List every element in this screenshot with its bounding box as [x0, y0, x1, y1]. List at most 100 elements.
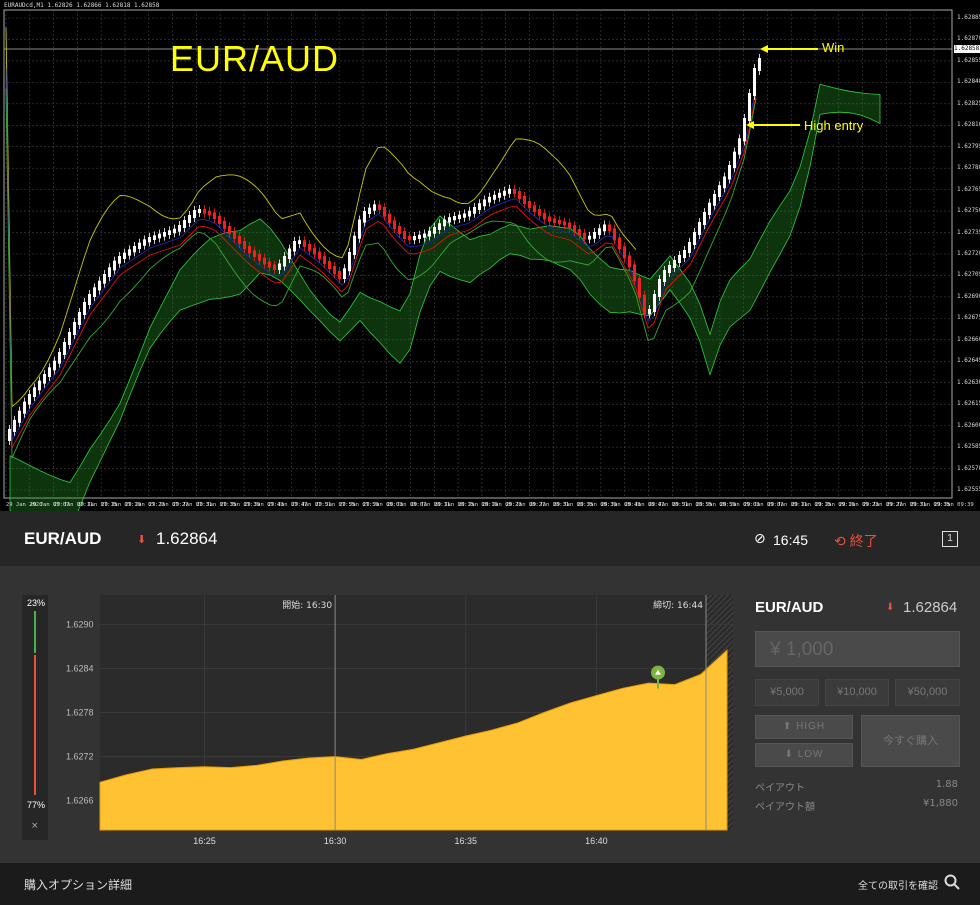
candle-body	[268, 261, 271, 268]
candle-body	[318, 251, 321, 259]
buy-now-button[interactable]: 今すぐ購入	[861, 715, 960, 767]
candle-body	[273, 264, 276, 270]
mt4-y-tick: 1.62630	[957, 378, 980, 386]
candle-body	[643, 294, 646, 315]
candle-body	[468, 210, 471, 217]
mt4-y-tick: 1.62885	[957, 14, 980, 21]
candle-body	[208, 210, 211, 216]
candle-body	[453, 216, 456, 221]
mt4-y-tick: 1.62840	[957, 78, 980, 86]
candle-body	[18, 410, 21, 423]
candle-body	[428, 230, 431, 237]
candle-body	[513, 188, 516, 194]
cutoff-label: 締切: 16:44	[653, 599, 703, 611]
candle-body	[198, 209, 201, 213]
indicator-line	[5, 88, 757, 459]
mt4-y-tick: 1.62660	[957, 335, 980, 343]
candle-body	[303, 240, 306, 247]
candle-body	[293, 241, 296, 252]
candle-body	[418, 234, 421, 239]
candle-body	[393, 220, 396, 229]
candle-body	[63, 342, 66, 355]
payout-row: ペイアウト 1.88	[755, 779, 960, 794]
candle-body	[368, 207, 371, 214]
area-chart-svg: 1.6290 1.6284 1.6278 1.6272 1.6266 16:25 16:30…	[66, 595, 733, 846]
candle-body	[633, 264, 636, 281]
candle-body	[508, 188, 511, 194]
mt4-y-tick: 1.62645	[957, 357, 980, 365]
candle-body	[223, 221, 226, 229]
expand-button[interactable]: 1	[942, 531, 958, 547]
candle-body	[298, 240, 301, 244]
close-icon[interactable]: ×	[31, 821, 39, 831]
y-tick-label: 1.6272	[66, 752, 94, 762]
quick-amount-5000[interactable]: ¥5,000	[755, 679, 819, 706]
candle-body	[413, 236, 416, 241]
candle-body	[168, 230, 171, 235]
candle-body	[688, 242, 691, 253]
mt4-y-tick: 1.62780	[957, 164, 980, 172]
candle-body	[93, 287, 96, 297]
candle-body	[188, 215, 191, 223]
candle-body	[258, 254, 261, 261]
candle-body	[538, 209, 541, 216]
payout-amount-row: ペイアウト額 ¥1,880	[755, 798, 960, 813]
candle-body	[383, 207, 386, 217]
mt4-y-tick: 1.62810	[957, 121, 980, 129]
candle-body	[128, 249, 131, 256]
candle-body	[83, 302, 86, 315]
amount-input[interactable]: ¥ 1,000	[755, 631, 960, 667]
candle-body	[373, 204, 376, 211]
panel-price: 1.62864	[903, 599, 958, 616]
candle-body	[563, 221, 566, 226]
candle-body	[498, 192, 501, 198]
candle-body	[423, 233, 426, 238]
mt4-y-tick: 1.62825	[957, 99, 980, 107]
candle-body	[553, 218, 556, 223]
current-price-label: 1.62858	[954, 45, 980, 53]
candle-body	[663, 270, 666, 282]
candle-body	[683, 250, 686, 258]
candle-body	[353, 235, 356, 255]
candle-body	[328, 261, 331, 269]
low-button[interactable]: ⬇ LOW	[755, 743, 853, 767]
search-icon[interactable]	[944, 874, 960, 890]
trader-ratio: 23% 77% ×	[22, 595, 48, 840]
candle-body	[43, 374, 46, 384]
end-status[interactable]: ⟲ 終了	[834, 531, 878, 551]
candle-body	[138, 242, 141, 249]
candle-body	[728, 165, 731, 180]
candle-body	[38, 380, 41, 391]
candle-body	[23, 401, 26, 414]
candle-body	[493, 194, 496, 200]
mt4-y-tick: 1.62585	[957, 443, 980, 451]
quick-amount-50000[interactable]: ¥50,000	[895, 679, 960, 706]
candle-body	[583, 232, 586, 240]
candle-body	[33, 387, 36, 397]
entry-annotation: High entry	[804, 118, 864, 133]
candle-body	[263, 257, 266, 265]
candle-body	[738, 138, 741, 155]
view-all-trades-link[interactable]: 全ての取引を確認	[858, 877, 938, 892]
candle-body	[623, 246, 626, 259]
candle-body	[698, 222, 701, 235]
down-arrow-icon: ⬇	[784, 749, 794, 760]
candle-body	[678, 255, 681, 263]
chart-title: EUR/AUD	[170, 38, 340, 79]
low-label: LOW	[797, 749, 824, 760]
high-button[interactable]: ⬆ HIGH	[755, 715, 853, 739]
history-icon: ⟲	[834, 533, 846, 549]
no-entry-clock-icon: ⊘	[754, 531, 766, 547]
candle-body	[238, 236, 241, 244]
candle-body	[173, 228, 176, 234]
purchase-details-link[interactable]: 購入オプション詳細	[24, 876, 132, 893]
candle-body	[48, 367, 51, 377]
mt4-chart: EURAUDcd,M1 1.62826 1.62866 1.62818 1.62…	[0, 0, 980, 511]
price-area-chart: 1.6290 1.6284 1.6278 1.6272 1.6266 16:25 16:30…	[60, 595, 733, 855]
x-tick-label: 16:35	[454, 836, 477, 846]
quick-amount-10000[interactable]: ¥10,000	[825, 679, 889, 706]
candle-body	[288, 248, 291, 259]
candle-body	[333, 266, 336, 274]
candle-body	[433, 227, 436, 234]
candle-body	[153, 235, 156, 240]
